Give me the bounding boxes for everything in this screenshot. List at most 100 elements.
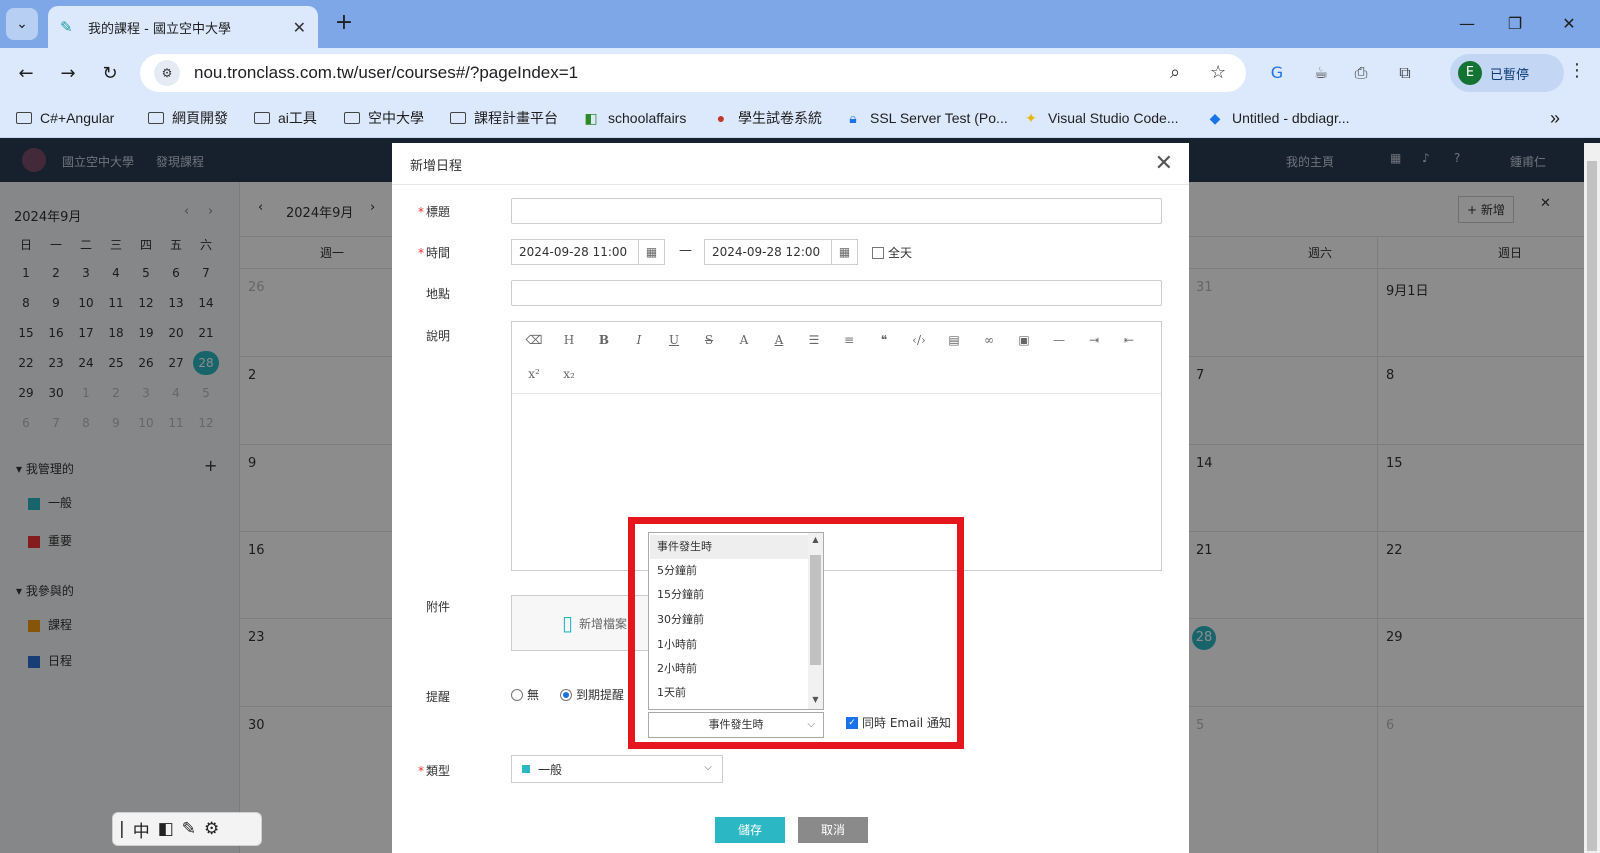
- omnibox[interactable]: ⚙ nou.tronclass.com.tw/user/courses#/?pa…: [140, 54, 1246, 92]
- reminder-option[interactable]: 15分鐘前: [650, 583, 809, 607]
- tab-search-button[interactable]: ⌄: [6, 8, 38, 40]
- ime-chinese-mode[interactable]: 中: [133, 817, 150, 842]
- minimize-button[interactable]: —: [1444, 10, 1490, 38]
- calendar-icon[interactable]: ▦: [638, 240, 664, 264]
- save-button[interactable]: 儲存: [715, 817, 785, 843]
- underline-icon[interactable]: U: [662, 330, 686, 350]
- back-button[interactable]: ←: [12, 60, 40, 88]
- extensions-puzzle-icon[interactable]: ⧉: [1394, 62, 1416, 84]
- horizontal-rule-icon[interactable]: —: [1047, 330, 1071, 350]
- new-tab-button[interactable]: +: [330, 10, 358, 38]
- bookmark-folder[interactable]: 空中大學: [344, 107, 424, 129]
- extension-printer-icon[interactable]: ⎙: [1350, 62, 1372, 84]
- dialog-title: 新增日程: [410, 159, 463, 174]
- superscript-icon[interactable]: x²: [522, 364, 546, 384]
- link-icon[interactable]: ∞: [977, 330, 1001, 350]
- quote-icon[interactable]: ❝: [872, 330, 896, 350]
- eraser-icon[interactable]: ⌫: [522, 330, 546, 350]
- browser-tab[interactable]: ✎ 我的課程 - 國立空中大學 ✕: [48, 6, 318, 48]
- check-icon: ✓: [846, 716, 858, 729]
- remind-due-radio[interactable]: 到期提醒: [560, 686, 624, 703]
- reminder-option[interactable]: 事件發生時: [650, 535, 809, 559]
- list-scrollbar[interactable]: ▲ ▼: [808, 533, 823, 709]
- bookmark-link[interactable]: ● 學生試卷系統: [712, 107, 822, 129]
- restore-button[interactable]: ❐: [1492, 10, 1538, 38]
- calendar-icon[interactable]: ▦: [831, 240, 857, 264]
- extension-cup-icon[interactable]: ☕: [1310, 62, 1332, 84]
- type-select[interactable]: 一般 ⌵: [511, 755, 723, 783]
- bold-icon[interactable]: B: [592, 330, 616, 350]
- ime-width-icon[interactable]: ◧: [158, 819, 174, 839]
- allday-checkbox[interactable]: 全天: [872, 244, 912, 261]
- address-toolbar: ← → ↻ ⚙ nou.tronclass.com.tw/user/course…: [0, 48, 1600, 98]
- scrollbar-thumb[interactable]: [810, 555, 821, 665]
- ime-handle-icon[interactable]: |: [119, 819, 125, 839]
- translate-extension-icon[interactable]: G: [1266, 62, 1288, 84]
- scrollbar-thumb[interactable]: [1587, 161, 1597, 851]
- title-input[interactable]: [511, 198, 1162, 224]
- chevron-down-icon: ⌵: [704, 762, 712, 773]
- subscript-icon[interactable]: x₂: [557, 364, 581, 384]
- outdent-icon[interactable]: ⇤: [1117, 330, 1141, 350]
- bullet-list-icon[interactable]: ≡: [837, 330, 861, 350]
- code-icon[interactable]: ‹/›: [907, 330, 931, 350]
- folder-icon: [344, 112, 360, 124]
- close-tab-icon[interactable]: ✕: [293, 18, 306, 37]
- scroll-up-icon[interactable]: ▲: [808, 533, 823, 547]
- start-datetime-input[interactable]: 2024-09-28 11:00 ▦: [511, 239, 665, 265]
- heading-icon[interactable]: H: [557, 330, 581, 350]
- close-window-button[interactable]: ✕: [1546, 10, 1592, 38]
- close-icon[interactable]: ✕: [1155, 151, 1173, 176]
- bookmark-link[interactable]: 🔒︎ SSL Server Test (Po...: [844, 107, 1007, 129]
- cancel-button[interactable]: 取消: [798, 817, 868, 843]
- reminder-option[interactable]: 30分鐘前: [650, 608, 809, 632]
- location-label: 地點: [426, 287, 451, 301]
- description-label: 說明: [426, 329, 451, 343]
- folder-icon: [450, 112, 466, 124]
- remind-none-radio[interactable]: 無: [511, 686, 539, 703]
- location-input[interactable]: [511, 280, 1162, 306]
- italic-icon[interactable]: I: [627, 330, 651, 350]
- reminder-option[interactable]: 1小時前: [650, 633, 809, 657]
- reminder-options-list[interactable]: 事件發生時 5分鐘前 15分鐘前 30分鐘前 1小時前 2小時前 1天前 ▲ ▼: [648, 532, 824, 710]
- url-text: nou.tronclass.com.tw/user/courses#/?page…: [194, 63, 579, 82]
- bookmark-link[interactable]: ◆ Untitled - dbdiagr...: [1206, 107, 1350, 129]
- lightbulb-icon: ✦: [1025, 110, 1037, 126]
- bookmark-folder[interactable]: 網頁開發: [148, 107, 228, 129]
- folder-icon: [148, 112, 164, 124]
- avatar: E: [1458, 61, 1482, 85]
- reminder-option[interactable]: 2小時前: [650, 657, 809, 681]
- reminder-option[interactable]: 5分鐘前: [650, 559, 809, 583]
- bookmark-folder[interactable]: 課程計畫平台: [450, 107, 558, 129]
- ime-pad-icon[interactable]: ✎: [182, 819, 196, 839]
- bookmark-link[interactable]: ◧ schoolaffairs: [582, 107, 686, 129]
- bookmark-folder[interactable]: ai工具: [254, 107, 317, 129]
- forward-button[interactable]: →: [54, 60, 82, 88]
- bookmarks-overflow-icon[interactable]: »: [1550, 107, 1560, 129]
- table-icon[interactable]: ▤: [942, 330, 966, 350]
- reminder-select[interactable]: 事件發生時 ⌵: [648, 712, 824, 738]
- bookmark-star-icon[interactable]: ☆: [1210, 62, 1226, 83]
- site-info-icon[interactable]: ⚙: [154, 60, 180, 86]
- more-menu-icon[interactable]: ⋮: [1568, 60, 1586, 81]
- bookmark-folder[interactable]: C#+Angular: [16, 107, 114, 129]
- highlight-color-icon[interactable]: A: [767, 330, 791, 350]
- ordered-list-icon[interactable]: ☰: [802, 330, 826, 350]
- font-color-icon[interactable]: A: [732, 330, 756, 350]
- attachment-label: 附件: [426, 600, 451, 614]
- ime-settings-icon[interactable]: ⚙: [204, 819, 219, 839]
- reload-button[interactable]: ↻: [96, 60, 124, 88]
- bookmark-link[interactable]: ✦ Visual Studio Code...: [1022, 107, 1178, 129]
- zoom-icon[interactable]: ⌕: [1170, 62, 1180, 83]
- strikethrough-icon[interactable]: S: [697, 330, 721, 350]
- end-datetime-input[interactable]: 2024-09-28 12:00 ▦: [704, 239, 858, 265]
- indent-icon[interactable]: ⇥: [1082, 330, 1106, 350]
- reminder-option[interactable]: 1天前: [650, 681, 809, 705]
- scroll-down-icon[interactable]: ▼: [808, 693, 823, 707]
- profile-button[interactable]: E 已暫停: [1450, 54, 1564, 92]
- editor-toolbar: ⌫ H B I U S A A ☰ ≡ ❝ ‹/› ▤ ∞ ▣ — ⇥ ⇤ x²…: [512, 322, 1161, 394]
- page-scrollbar[interactable]: [1584, 143, 1600, 853]
- email-notify-checkbox[interactable]: ✓ 同時 Email 通知: [846, 714, 951, 731]
- dialog-header: 新增日程: [392, 143, 1189, 185]
- image-icon[interactable]: ▣: [1012, 330, 1036, 350]
